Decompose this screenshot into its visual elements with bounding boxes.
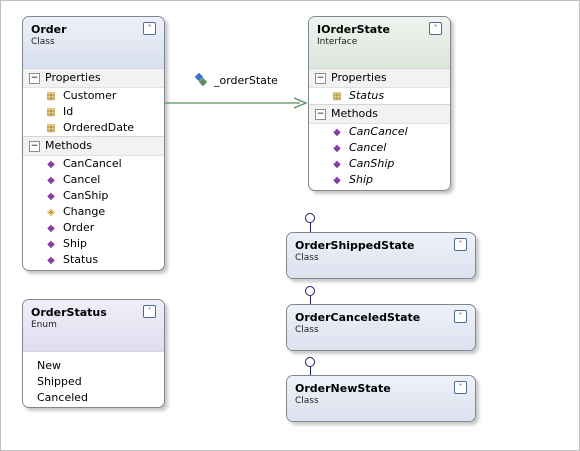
- enum-value-new[interactable]: New: [23, 358, 164, 374]
- ordernewstate-name: OrderNewState: [295, 382, 391, 395]
- enum-value-shipped[interactable]: Shipped: [23, 374, 164, 390]
- ordernewstate-kind: Class: [295, 396, 319, 406]
- interface-lollipop-icon: [305, 357, 315, 367]
- expand-chevrons-down-icon[interactable]: ˅: [454, 381, 467, 394]
- collapse-chevrons-up-icon[interactable]: ˄: [143, 305, 156, 318]
- ordercanceledstate-class-shape[interactable]: OrderCanceledState Class ˅: [286, 304, 476, 351]
- orderstatus-name: OrderStatus: [31, 306, 107, 319]
- ordershippedstate-class-shape[interactable]: OrderShippedState Class ˅: [286, 232, 476, 279]
- ordernewstate-class-shape[interactable]: OrderNewState Class ˅: [286, 375, 476, 422]
- interface-lollipop-icon: [305, 286, 315, 296]
- expand-chevrons-down-icon[interactable]: ˅: [454, 238, 467, 251]
- orderstatus-header[interactable]: OrderStatus Enum ˄: [23, 300, 164, 351]
- orderstatus-kind: Enum: [31, 320, 57, 330]
- association-label[interactable]: _orderState: [214, 74, 278, 87]
- interface-lollipop-icon: [305, 213, 315, 223]
- ordercanceledstate-name: OrderCanceledState: [295, 311, 421, 324]
- orderstatus-enum-shape[interactable]: OrderStatus Enum ˄ New Shipped Canceled: [22, 299, 165, 408]
- enum-value-canceled[interactable]: Canceled: [23, 390, 164, 406]
- association-icon: [194, 72, 208, 87]
- ordercanceledstate-kind: Class: [295, 325, 319, 335]
- expand-chevrons-down-icon[interactable]: ˅: [454, 310, 467, 323]
- ordershippedstate-kind: Class: [295, 253, 319, 263]
- ordershippedstate-name: OrderShippedState: [295, 239, 415, 252]
